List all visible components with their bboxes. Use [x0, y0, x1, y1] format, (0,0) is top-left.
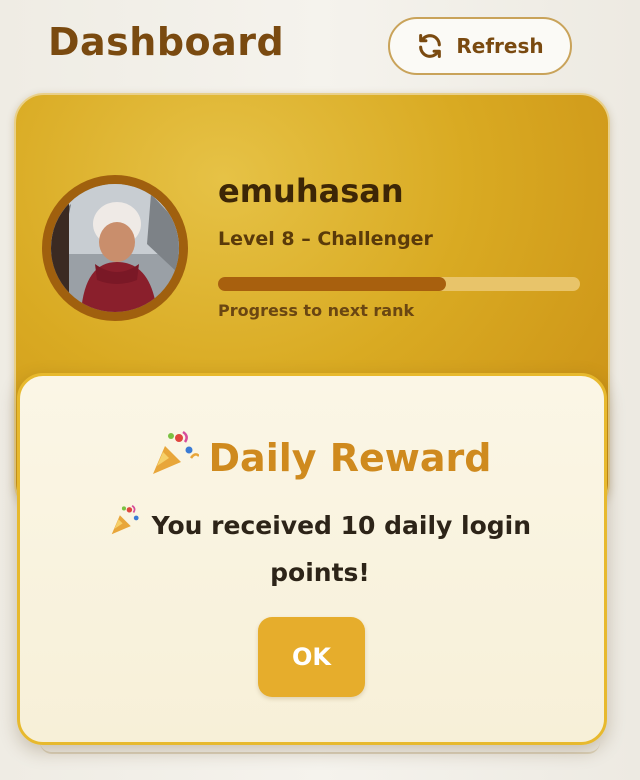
page-title: Dashboard — [48, 20, 285, 64]
refresh-button[interactable]: Refresh — [388, 17, 572, 75]
username: emuhasan — [218, 172, 404, 210]
level-text: Level 8 – Challenger — [218, 228, 433, 250]
party-popper-icon — [109, 503, 143, 551]
modal-title: Daily Reward — [0, 428, 640, 487]
refresh-label: Refresh — [456, 34, 544, 58]
modal-message-line1: You received 10 daily login — [151, 511, 532, 540]
ok-button[interactable]: OK — [258, 617, 365, 697]
modal-message: You received 10 daily login points! — [70, 503, 570, 595]
party-popper-icon — [149, 428, 200, 487]
modal-message-line2: points! — [270, 558, 370, 587]
rank-progress-bar — [218, 277, 580, 291]
refresh-icon — [416, 32, 444, 60]
modal-title-text: Daily Reward — [208, 435, 492, 480]
progress-label: Progress to next rank — [218, 301, 415, 320]
rank-progress-fill — [218, 277, 447, 291]
avatar — [51, 184, 179, 312]
